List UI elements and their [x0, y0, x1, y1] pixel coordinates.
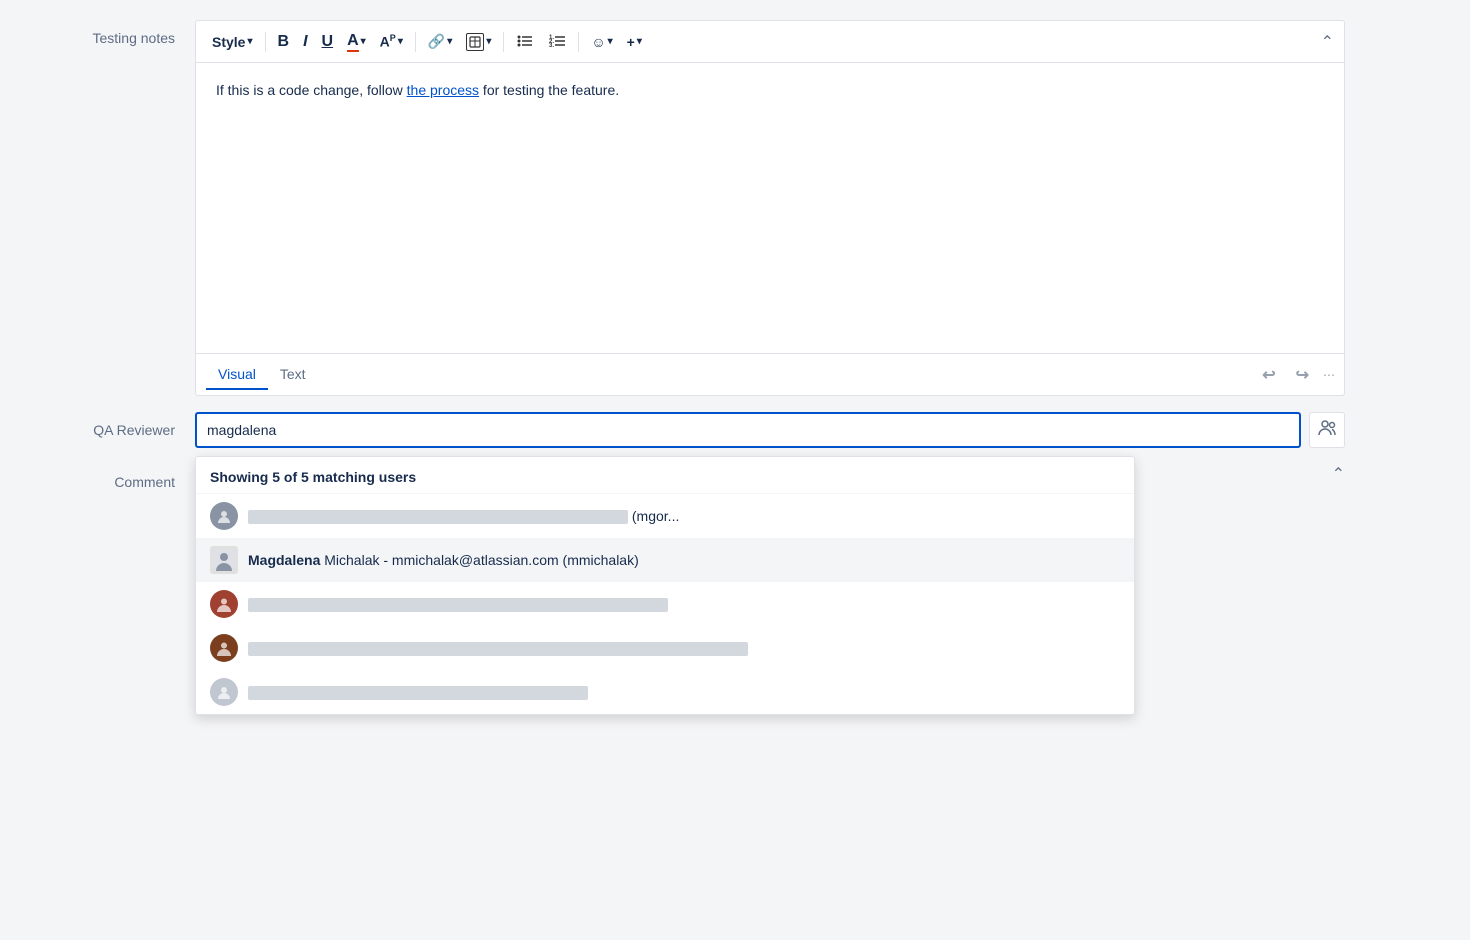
testing-notes-field: Testing notes Style ▾ B I [0, 20, 1470, 396]
avatar [210, 634, 238, 662]
qa-reviewer-label: QA Reviewer [0, 412, 195, 438]
list-item[interactable]: Magdalena Michalak - mmichalak@atlassian… [196, 538, 1134, 582]
testing-notes-content: Style ▾ B I U A ▾ [195, 20, 1470, 396]
comment-collapse-button[interactable]: ⌃ [1332, 464, 1345, 484]
toolbar-separator-3 [503, 32, 504, 52]
table-icon [466, 33, 484, 51]
list-item[interactable] [196, 670, 1134, 714]
editor-footer: Visual Text ↩ ↪ ⋯ [196, 353, 1344, 395]
underline-button[interactable]: U [316, 29, 340, 55]
dropdown-header: Showing 5 of 5 matching users [196, 457, 1134, 494]
italic-button[interactable]: I [297, 29, 313, 55]
undo-button[interactable]: ↩ [1256, 361, 1281, 389]
list-item[interactable]: (mgor... [196, 494, 1134, 538]
numbered-list-button[interactable]: 1. 2. 3. [542, 27, 572, 56]
user-name-blurred [248, 510, 628, 524]
user-suffix: (mgor... [632, 508, 679, 524]
font-size-button[interactable]: AP ▾ [374, 29, 409, 54]
font-color-button[interactable]: A ▾ [341, 28, 372, 56]
style-dropdown-button[interactable]: Style ▾ [206, 30, 259, 54]
qa-reviewer-field: QA Reviewer Showing 5 of 5 matching user… [0, 412, 1470, 448]
user-info [248, 684, 588, 700]
redo-button[interactable]: ↪ [1290, 361, 1315, 389]
editor-tabs: Visual Text [206, 360, 318, 389]
user-name-blurred [248, 686, 588, 700]
list-item[interactable] [196, 626, 1134, 670]
tab-text[interactable]: Text [268, 360, 318, 390]
editor-content: If this is a code change, follow the pro… [216, 79, 1324, 101]
user-name-blurred [248, 598, 668, 612]
link-icon: 🔗 [428, 33, 445, 50]
list-item[interactable] [196, 582, 1134, 626]
user-info: Magdalena Michalak - mmichalak@atlassian… [248, 552, 639, 568]
editor-footer-right: ↩ ↪ ⋯ [1256, 361, 1334, 389]
avatar [210, 546, 238, 574]
process-link[interactable]: the process [407, 82, 479, 98]
bullet-list-button[interactable] [510, 27, 540, 56]
link-button[interactable]: 🔗 ▾ [422, 29, 458, 54]
comment-label: Comment [0, 464, 195, 490]
user-name-blurred [248, 642, 748, 656]
emoji-icon: ☺ [591, 34, 605, 50]
table-button[interactable]: ▾ [460, 29, 497, 55]
user-search-dropdown: Showing 5 of 5 matching users (mgor... [195, 456, 1135, 715]
people-picker-button[interactable] [1309, 412, 1345, 448]
collapse-icon: ⌃ [1321, 32, 1334, 52]
toolbar-separator-1 [265, 32, 266, 52]
toolbar-separator-2 [415, 32, 416, 52]
bullet-list-icon [516, 31, 534, 52]
qa-reviewer-input-wrapper [195, 412, 1345, 448]
user-name-rest: Michalak - mmichalak@atlassian.com (mmic… [324, 552, 639, 568]
people-icon [1317, 418, 1337, 443]
rich-text-editor: Style ▾ B I U A ▾ [195, 20, 1345, 396]
svg-text:3.: 3. [549, 43, 554, 49]
editor-toolbar: Style ▾ B I U A ▾ [196, 21, 1344, 63]
tab-visual[interactable]: Visual [206, 360, 268, 390]
qa-reviewer-input[interactable] [195, 412, 1301, 448]
toolbar-collapse-button[interactable]: ⌃ [1321, 32, 1334, 52]
avatar [210, 678, 238, 706]
avatar [210, 590, 238, 618]
testing-notes-label: Testing notes [0, 20, 195, 46]
style-dropdown-arrow: ▾ [247, 36, 252, 47]
user-info: (mgor... [248, 508, 679, 524]
toolbar-separator-4 [578, 32, 579, 52]
font-size-icon: AP [380, 33, 396, 50]
emoji-button[interactable]: ☺ ▾ [585, 30, 618, 54]
user-name-bold: Magdalena [248, 552, 320, 568]
font-color-icon: A [347, 32, 359, 52]
more-button[interactable]: + ▾ [621, 30, 648, 54]
numbered-list-icon: 1. 2. 3. [548, 31, 566, 52]
collapse-icon: ⌃ [1332, 464, 1345, 484]
resize-handle: ⋯ [1323, 368, 1334, 382]
editor-body[interactable]: If this is a code change, follow the pro… [196, 63, 1344, 353]
user-info [248, 640, 748, 656]
avatar [210, 502, 238, 530]
bold-button[interactable]: B [272, 29, 296, 55]
user-info [248, 596, 668, 612]
